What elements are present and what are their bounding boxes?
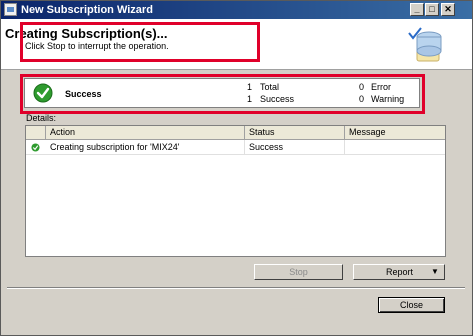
row-success-icon xyxy=(31,143,40,152)
stop-button-label: Stop xyxy=(289,267,308,277)
chevron-down-icon: ▼ xyxy=(431,267,439,276)
details-label: Details: xyxy=(26,113,57,123)
column-header-status[interactable]: Status xyxy=(245,126,345,139)
footer-separator xyxy=(7,287,465,289)
cell-message xyxy=(345,140,445,154)
report-button-label: Report xyxy=(386,267,414,277)
close-button-label: Close xyxy=(399,300,423,310)
stop-button[interactable]: Stop xyxy=(254,264,343,280)
report-button[interactable]: Report ▼ xyxy=(353,264,445,280)
grid-header-icon-cell xyxy=(26,126,46,139)
maximize-button[interactable]: □ xyxy=(425,3,439,16)
cell-status: Success xyxy=(245,140,345,154)
grid-header: Action Status Message xyxy=(26,126,445,140)
window-title: New Subscription Wizard xyxy=(21,4,153,16)
title-bar: New Subscription Wizard _ □ ✕ xyxy=(1,1,472,19)
heading-highlight-box xyxy=(20,22,260,62)
details-grid[interactable]: Action Status Message Creating subscript… xyxy=(25,125,446,257)
column-header-action[interactable]: Action xyxy=(46,126,245,139)
column-header-message[interactable]: Message xyxy=(345,126,445,139)
wizard-window: New Subscription Wizard _ □ ✕ Creating S… xyxy=(0,0,473,336)
close-button[interactable]: Close xyxy=(378,297,445,313)
close-window-button[interactable]: ✕ xyxy=(441,3,455,16)
status-highlight-box xyxy=(20,74,425,114)
table-row[interactable]: Creating subscription for 'MIX24' Succes… xyxy=(26,140,445,155)
app-icon xyxy=(4,3,17,16)
minimize-button[interactable]: _ xyxy=(410,3,424,16)
cell-action: Creating subscription for 'MIX24' xyxy=(46,140,245,154)
wizard-graphic-icon xyxy=(408,27,442,62)
